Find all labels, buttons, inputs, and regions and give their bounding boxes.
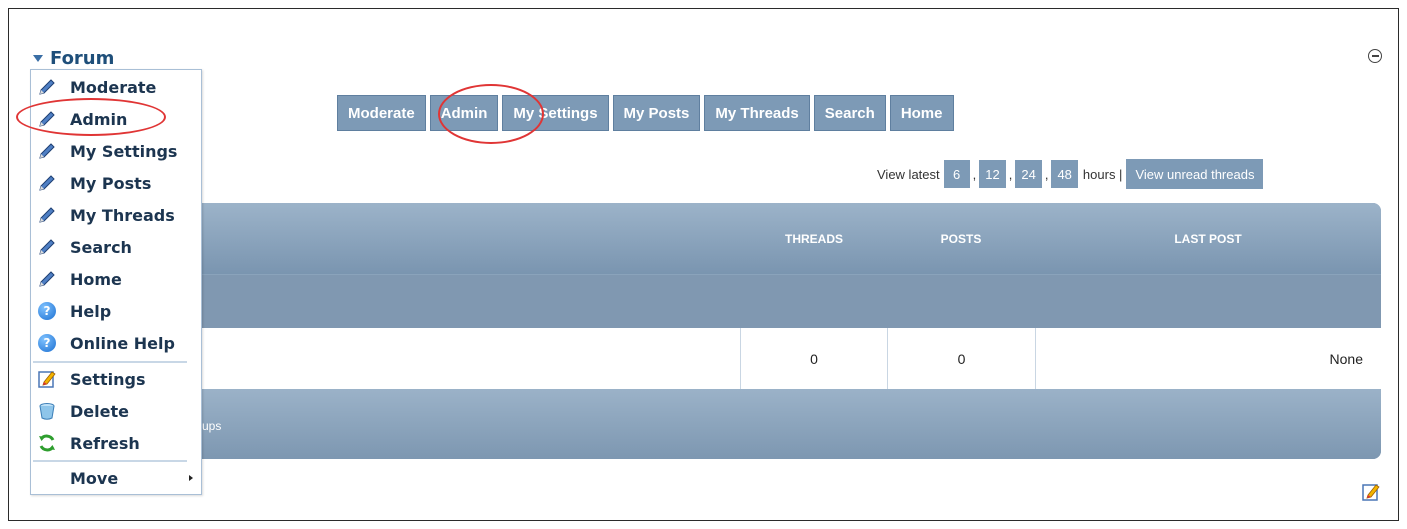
pencil-icon [37,109,57,129]
menu-item-label: Admin [70,109,128,129]
forum-title-text: Forum [50,47,115,69]
separator: , [1008,166,1013,182]
latest-6-hours-button[interactable]: 6 [943,160,970,188]
menu-item-admin[interactable]: Admin [31,104,201,134]
chevron-right-icon [189,475,193,481]
menu-separator [33,361,187,363]
tab-my-settings[interactable]: My Settings [502,95,609,131]
groups-bar: ups [198,389,1381,459]
pencil-icon [37,205,57,225]
view-unread-threads-button[interactable]: View unread threads [1126,159,1264,189]
tab-home[interactable]: Home [889,95,954,131]
menu-item-label: Moderate [70,77,157,97]
table-row[interactable]: 0 0 None [198,328,1381,389]
menu-item-label: Move [70,468,119,488]
collapse-icon[interactable] [1368,49,1382,63]
menu-item-my-settings[interactable]: My Settings [31,136,201,166]
edit-icon[interactable] [1361,482,1381,502]
view-latest-label: View latest [877,166,940,182]
menu-item-moderate[interactable]: Moderate [31,72,201,102]
separator: , [972,166,977,182]
menu-separator [33,460,187,462]
menu-item-help[interactable]: ? Help [31,296,201,326]
tab-my-posts[interactable]: My Posts [612,95,701,131]
menu-item-move[interactable]: Move [31,463,201,493]
forum-table: THREADS POSTS LAST POST 0 0 None ups [198,203,1381,459]
pencil-icon [37,173,57,193]
action-tab-bar: Moderate Admin My Settings My Posts My T… [337,95,954,131]
tab-admin[interactable]: Admin [429,95,499,131]
pencil-icon [37,237,57,257]
menu-item-label: Online Help [70,333,175,353]
menu-item-my-threads[interactable]: My Threads [31,200,201,230]
refresh-icon [37,433,57,453]
menu-item-label: Home [70,269,122,289]
menu-item-label: My Threads [70,205,175,225]
pencil-icon [37,269,57,289]
threads-count: 0 [740,328,887,389]
help-icon: ? [37,333,57,353]
menu-item-online-help[interactable]: ? Online Help [31,328,201,358]
forum-context-menu: Moderate Admin My Settings My Posts My T… [30,69,202,495]
table-header: THREADS POSTS LAST POST [198,203,1381,274]
forum-title[interactable]: Forum [31,46,114,70]
menu-item-home[interactable]: Home [31,264,201,294]
forum-name-cell[interactable] [198,328,741,389]
menu-item-label: Delete [70,401,129,421]
pencil-icon [37,141,57,161]
trash-icon [37,401,57,421]
tab-search[interactable]: Search [813,95,886,131]
pencil-icon [37,77,57,97]
menu-item-search[interactable]: Search [31,232,201,262]
column-last-post: LAST POST [1174,231,1242,246]
menu-item-label: Refresh [70,433,140,453]
latest-24-hours-button[interactable]: 24 [1015,160,1042,188]
tab-my-threads[interactable]: My Threads [704,95,810,131]
menu-item-my-posts[interactable]: My Posts [31,168,201,198]
menu-item-label: Help [70,301,112,321]
tab-moderate[interactable]: Moderate [337,95,426,131]
groups-label: ups [202,419,222,433]
menu-item-label: Search [70,237,132,257]
menu-item-label: My Settings [70,141,178,161]
category-bar [198,275,1381,328]
menu-item-settings[interactable]: Settings [31,364,201,394]
column-threads: THREADS [784,231,843,246]
menu-item-refresh[interactable]: Refresh [31,428,201,458]
menu-item-label: Settings [70,369,146,389]
menu-item-label: My Posts [70,173,152,193]
last-post-value: None [1035,328,1381,389]
menu-item-delete[interactable]: Delete [31,396,201,426]
latest-12-hours-button[interactable]: 12 [979,160,1006,188]
posts-count: 0 [887,328,1035,389]
caret-down-icon[interactable] [33,54,43,62]
separator: , [1044,166,1049,182]
help-icon: ? [37,301,57,321]
latest-48-hours-button[interactable]: 48 [1051,160,1078,188]
settings-icon [37,369,57,389]
column-posts: POSTS [940,231,982,246]
hours-suffix: hours | [1082,166,1123,182]
view-latest-bar: View latest 6 , 12 , 24 , 48 hours | Vie… [877,159,1264,189]
